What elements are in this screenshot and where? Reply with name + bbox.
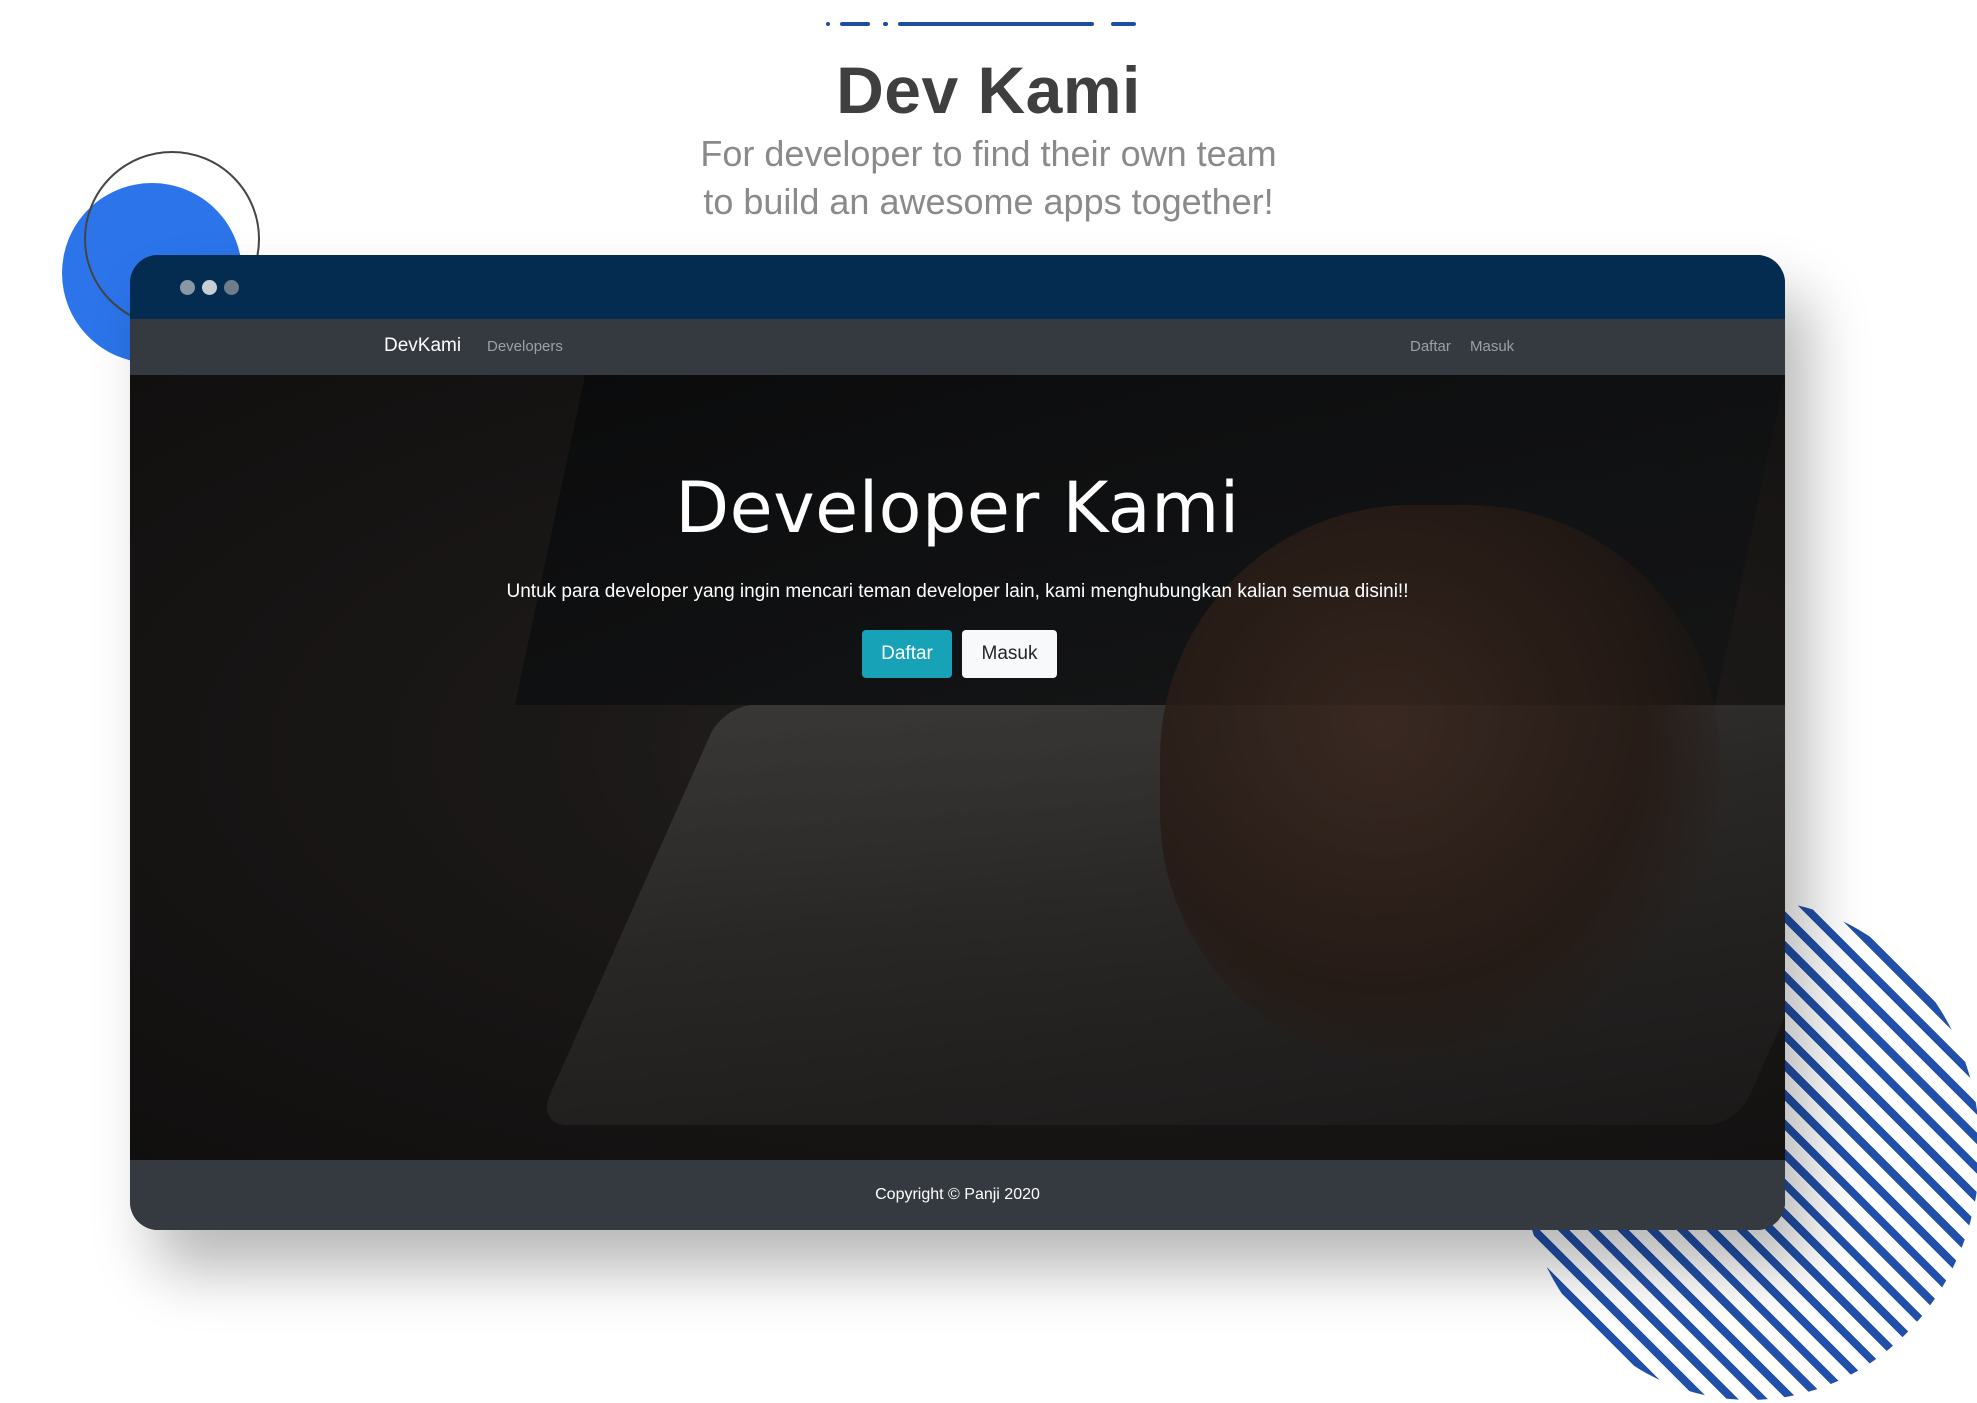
window-dot-3 — [224, 280, 239, 295]
navbar-brand[interactable]: DevKami — [384, 335, 461, 357]
hero-section: Developer Kami Untuk para developer yang… — [130, 375, 1785, 1160]
window-dot-1 — [180, 280, 195, 295]
browser-mockup: DevKami Developers Daftar Masuk Develope… — [130, 255, 1785, 1230]
page-tagline: For developer to find their own team to … — [600, 130, 1377, 226]
window-dot-2 — [202, 280, 217, 295]
decorative-dashes — [826, 22, 1136, 26]
tagline-line-2: to build an awesome apps together! — [703, 181, 1274, 222]
nav-link-masuk[interactable]: Masuk — [1470, 338, 1514, 355]
hero-title: Developer Kami — [675, 467, 1240, 549]
masuk-button[interactable]: Masuk — [962, 630, 1057, 678]
navbar: DevKami Developers Daftar Masuk — [130, 319, 1785, 375]
tagline-line-1: For developer to find their own team — [700, 133, 1277, 174]
nav-link-daftar[interactable]: Daftar — [1410, 338, 1451, 355]
daftar-button[interactable]: Daftar — [862, 630, 952, 678]
browser-title-bar — [130, 255, 1785, 319]
footer-copyright: Copyright © Panji 2020 — [875, 1186, 1040, 1203]
footer: Copyright © Panji 2020 — [130, 1160, 1785, 1230]
hero-text: Untuk para developer yang ingin mencari … — [506, 581, 1409, 602]
nav-link-developers[interactable]: Developers — [487, 338, 563, 355]
page-title: Dev Kami — [836, 53, 1141, 127]
